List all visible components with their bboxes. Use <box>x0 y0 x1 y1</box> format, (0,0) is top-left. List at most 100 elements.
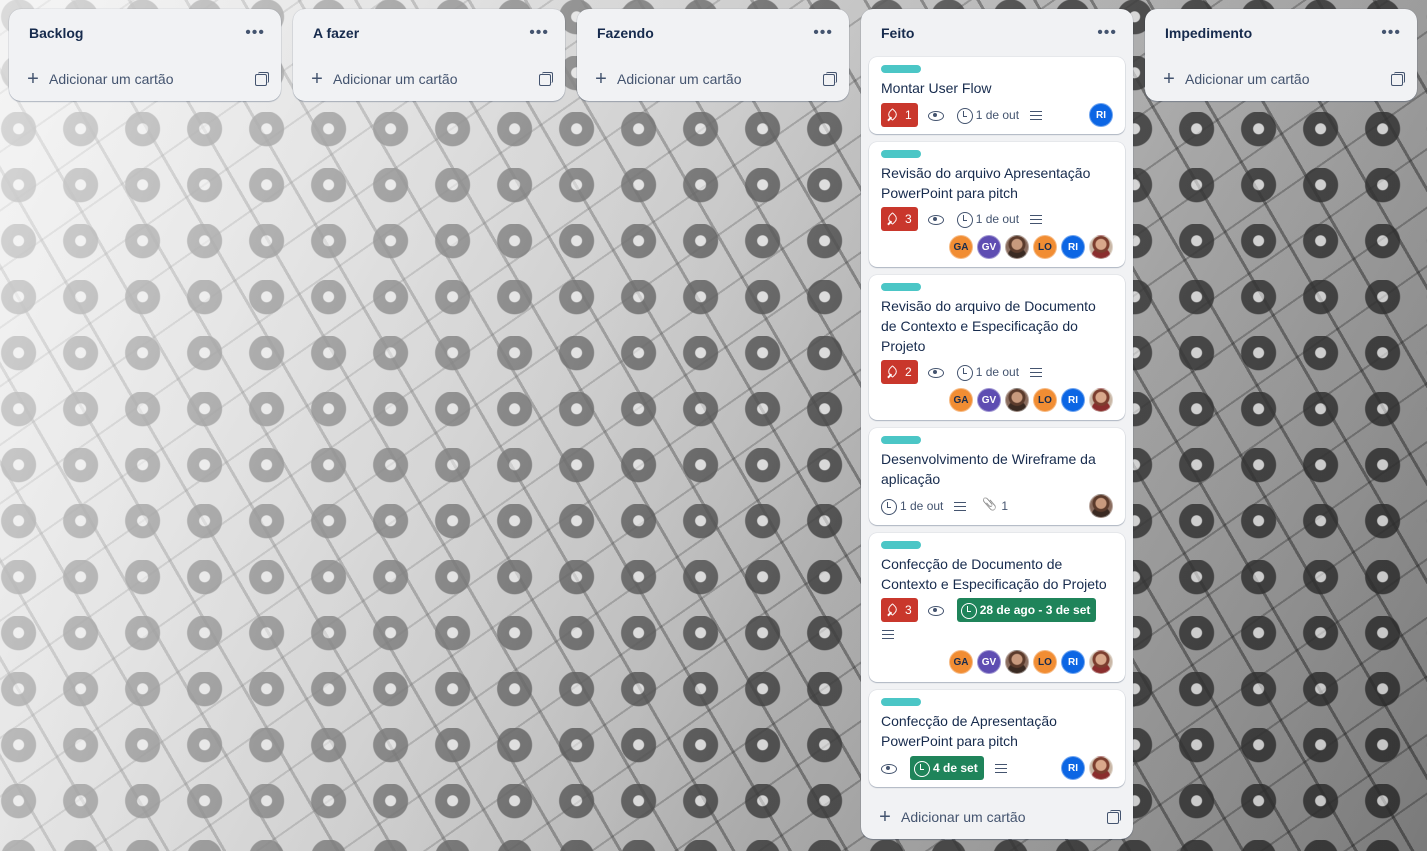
list-backlog: Backlog ••• + Adicionar um cartão <box>9 9 281 101</box>
list-fazendo: Fazendo ••• + Adicionar um cartão <box>577 9 849 101</box>
card-confeccao-apresentacao[interactable]: Confecção de Apresentação PowerPoint par… <box>869 690 1125 787</box>
card-label[interactable] <box>881 436 921 444</box>
avatar[interactable]: LO <box>1033 388 1057 412</box>
description-icon <box>881 628 895 640</box>
card-confeccao-documento[interactable]: Confecção de Documento de Contexto e Esp… <box>869 533 1125 682</box>
card-badges: 3 1 de out GA GV LO RI <box>881 207 1113 261</box>
card-label[interactable] <box>881 150 921 158</box>
avatar-photo[interactable] <box>1089 235 1113 259</box>
kanban-board: Backlog ••• + Adicionar um cartão A faze… <box>0 0 1427 851</box>
card-title: Desenvolvimento de Wireframe da aplicaçã… <box>881 451 1096 487</box>
pin-badge: 2 <box>881 360 918 384</box>
avatar[interactable]: GV <box>977 235 1001 259</box>
attachment-count: 1 <box>1001 499 1009 513</box>
card-revisao-apresentacao[interactable]: Revisão do arquivo Apresentação PowerPoi… <box>869 142 1125 267</box>
pin-icon <box>886 603 900 617</box>
add-card-button[interactable]: + Adicionar um cartão <box>861 795 1133 839</box>
description-icon <box>994 762 1008 774</box>
avatar[interactable]: LO <box>1033 650 1057 674</box>
avatar[interactable]: GV <box>977 388 1001 412</box>
list-title[interactable]: Backlog <box>29 25 83 41</box>
add-card-button[interactable]: + Adicionar um cartão <box>577 57 849 101</box>
clock-icon <box>914 761 930 777</box>
avatar[interactable]: RI <box>1061 756 1085 780</box>
card-revisao-documento[interactable]: Revisão do arquivo de Documento de Conte… <box>869 275 1125 420</box>
list-menu-icon[interactable]: ••• <box>809 23 837 43</box>
description-badge <box>994 756 1013 780</box>
description-badge <box>881 622 900 646</box>
avatar[interactable]: RI <box>1061 388 1085 412</box>
due-date-badge[interactable]: 1 de out <box>881 494 943 518</box>
list-title[interactable]: Fazendo <box>597 25 654 41</box>
list-menu-icon[interactable]: ••• <box>525 23 553 43</box>
card-label[interactable] <box>881 541 921 549</box>
avatar-photo[interactable] <box>1089 494 1113 518</box>
avatar[interactable]: RI <box>1061 235 1085 259</box>
card-badges: 3 28 de ago - 3 de set GA GV LO RI <box>881 598 1113 676</box>
avatar[interactable]: LO <box>1033 235 1057 259</box>
card-title: Revisão do arquivo Apresentação PowerPoi… <box>881 165 1091 201</box>
due-date-text: 1 de out <box>975 212 1020 226</box>
avatar[interactable]: GV <box>977 650 1001 674</box>
add-card-label: Adicionar um cartão <box>333 71 458 87</box>
card-template-icon[interactable] <box>539 72 553 86</box>
list-menu-icon[interactable]: ••• <box>1093 23 1121 43</box>
clock-icon <box>881 499 897 515</box>
due-date-complete-badge[interactable]: 28 de ago - 3 de set <box>956 598 1097 622</box>
add-card-button[interactable]: + Adicionar um cartão <box>9 57 281 101</box>
avatar[interactable]: GA <box>949 388 973 412</box>
attachment-badge: 1 <box>982 494 1008 518</box>
avatar[interactable]: RI <box>1061 650 1085 674</box>
description-badge <box>1029 207 1048 231</box>
plus-icon: + <box>879 806 891 828</box>
card-template-icon[interactable] <box>1391 72 1405 86</box>
card-badges: 1 1 de out RI <box>881 102 1113 128</box>
avatar-photo[interactable] <box>1089 388 1113 412</box>
card-template-icon[interactable] <box>1107 810 1121 824</box>
description-icon <box>1029 109 1043 121</box>
pin-count: 2 <box>905 365 912 379</box>
list-title[interactable]: Feito <box>881 25 914 41</box>
card-template-icon[interactable] <box>255 72 269 86</box>
avatar-photo[interactable] <box>1089 756 1113 780</box>
list-title[interactable]: A fazer <box>313 25 359 41</box>
avatar-photo[interactable] <box>1005 388 1029 412</box>
add-card-label: Adicionar um cartão <box>901 809 1026 825</box>
description-badge <box>1029 103 1048 127</box>
avatar[interactable]: GA <box>949 650 973 674</box>
card-members <box>1089 494 1113 518</box>
card-label[interactable] <box>881 283 921 291</box>
list-feito: Feito ••• Montar User Flow 1 1 de out RI <box>861 9 1133 839</box>
card-wireframe[interactable]: Desenvolvimento de Wireframe da aplicaçã… <box>869 428 1125 525</box>
list-title[interactable]: Impedimento <box>1165 25 1252 41</box>
add-card-label: Adicionar um cartão <box>1185 71 1310 87</box>
list-menu-icon[interactable]: ••• <box>1377 23 1405 43</box>
description-badge <box>953 494 972 518</box>
avatar-photo[interactable] <box>1005 235 1029 259</box>
due-date-badge[interactable]: 1 de out <box>956 360 1019 384</box>
eye-icon <box>927 603 944 617</box>
card-template-icon[interactable] <box>823 72 837 86</box>
description-icon <box>953 500 967 512</box>
due-date-text: 28 de ago - 3 de set <box>979 603 1091 617</box>
due-date-badge[interactable]: 1 de out <box>956 207 1020 231</box>
add-card-button[interactable]: + Adicionar um cartão <box>293 57 565 101</box>
pin-icon <box>886 212 900 226</box>
due-date-badge[interactable]: 1 de out <box>956 103 1019 127</box>
card-montar-user-flow[interactable]: Montar User Flow 1 1 de out RI <box>869 57 1125 134</box>
plus-icon: + <box>595 68 607 90</box>
due-date-complete-badge[interactable]: 4 de set <box>910 756 984 780</box>
list-menu-icon[interactable]: ••• <box>241 23 269 43</box>
avatar[interactable]: RI <box>1089 103 1113 127</box>
plus-icon: + <box>1163 68 1175 90</box>
card-members: RI <box>1089 103 1113 127</box>
card-label[interactable] <box>881 698 921 706</box>
avatar-photo[interactable] <box>1005 650 1029 674</box>
card-label[interactable] <box>881 65 921 73</box>
add-card-label: Adicionar um cartão <box>49 71 174 87</box>
avatar-photo[interactable] <box>1089 650 1113 674</box>
clock-icon <box>960 603 977 619</box>
avatar[interactable]: GA <box>949 235 973 259</box>
add-card-button[interactable]: + Adicionar um cartão <box>1145 57 1417 101</box>
list-header: A fazer ••• <box>293 9 565 57</box>
